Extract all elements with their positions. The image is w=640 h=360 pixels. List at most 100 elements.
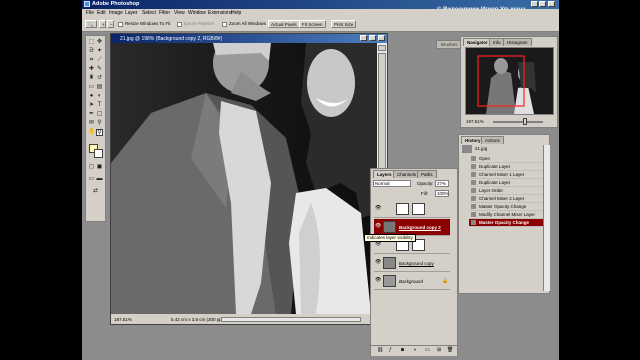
horizontal-scrollbar[interactable] bbox=[221, 317, 361, 322]
eye-icon[interactable]: 👁 bbox=[375, 242, 381, 247]
dodge-tool-icon[interactable]: ◐ bbox=[96, 93, 103, 100]
opacity-input[interactable]: 27% bbox=[435, 180, 449, 187]
snapshot-thumbnail[interactable] bbox=[462, 145, 472, 153]
menu-window[interactable]: Window bbox=[188, 10, 206, 16]
zoom-out-icon[interactable]: − bbox=[107, 20, 114, 28]
menu-view[interactable]: View bbox=[174, 10, 185, 16]
menu-file[interactable]: File bbox=[86, 10, 94, 16]
crop-tool-icon[interactable]: ⌗ bbox=[88, 57, 95, 64]
hand-tool-icon[interactable]: ✋ bbox=[88, 129, 95, 136]
clone-stamp-tool-icon[interactable]: ♜ bbox=[88, 75, 95, 82]
eye-icon[interactable]: 👁 bbox=[375, 278, 381, 283]
gradient-tool-icon[interactable]: ▤ bbox=[96, 84, 103, 91]
fill-input[interactable]: 100% bbox=[435, 190, 449, 197]
layer-row[interactable]: 👁 bbox=[374, 201, 450, 218]
eyedropper-tool-icon[interactable]: ⚲ bbox=[96, 120, 103, 127]
standard-mode-icon[interactable]: ◻ bbox=[88, 164, 95, 171]
zoom-level[interactable]: 197.51% bbox=[114, 317, 132, 322]
trash-icon[interactable]: 🗑 bbox=[447, 347, 453, 353]
tab-navigator[interactable]: Navigator bbox=[463, 38, 492, 46]
navigator-preview[interactable] bbox=[465, 47, 554, 115]
add-mask-icon[interactable]: ◙ bbox=[401, 347, 404, 353]
tab-histogram[interactable]: Histogram bbox=[503, 38, 532, 46]
tab-paths[interactable]: Paths bbox=[417, 170, 437, 178]
zoom-tool-icon[interactable]: ⚲ bbox=[96, 129, 103, 136]
history-item[interactable]: Layer Order bbox=[469, 187, 547, 195]
navigator-zoom-thumb[interactable] bbox=[523, 118, 527, 125]
lasso-tool-icon[interactable]: ᘐ bbox=[88, 48, 95, 55]
brush-tool-icon[interactable]: ✎ bbox=[96, 66, 103, 73]
history-item[interactable]: Master Opacity Change bbox=[469, 203, 547, 211]
menu-edit[interactable]: Edit bbox=[97, 10, 106, 16]
eye-icon[interactable]: 👁 bbox=[375, 224, 381, 229]
new-group-icon[interactable]: ▭ bbox=[425, 347, 430, 353]
eye-icon[interactable]: 👁 bbox=[375, 260, 381, 265]
eraser-tool-icon[interactable]: ▭ bbox=[88, 84, 95, 91]
healing-brush-tool-icon[interactable]: ✚ bbox=[88, 66, 95, 73]
menu-layer[interactable]: Layer bbox=[125, 10, 138, 16]
type-tool-icon[interactable]: T bbox=[96, 102, 103, 109]
move-tool-icon[interactable]: ✥ bbox=[96, 39, 103, 46]
eye-icon[interactable]: 👁 bbox=[375, 206, 381, 211]
history-brush-tool-icon[interactable]: ↺ bbox=[96, 75, 103, 82]
notes-tool-icon[interactable]: ✉ bbox=[88, 120, 95, 127]
menu-help[interactable]: Help bbox=[231, 10, 241, 16]
history-item[interactable]: Duplicate Layer bbox=[469, 179, 547, 187]
zoom-all-windows-checkbox[interactable] bbox=[222, 22, 227, 27]
layer-row[interactable]: 👁 Background copy bbox=[374, 255, 450, 272]
history-scrollbar[interactable] bbox=[543, 145, 550, 291]
fill-label: Fill: bbox=[421, 191, 428, 196]
history-item[interactable]: Channel Mixer 1 Layer bbox=[469, 171, 547, 179]
doc-close-icon[interactable]: × bbox=[378, 35, 385, 41]
shape-tool-icon[interactable]: ▢ bbox=[96, 111, 103, 118]
ignore-palettes-checkbox[interactable] bbox=[177, 22, 182, 27]
blend-mode-select[interactable]: Normal bbox=[373, 180, 411, 187]
menu-extensions[interactable]: Extensions bbox=[208, 10, 232, 16]
history-item[interactable]: Modify Channel Mixer Layer bbox=[469, 211, 547, 219]
menu-select[interactable]: Select bbox=[142, 10, 156, 16]
well-brushes[interactable]: Brushes bbox=[437, 42, 462, 47]
pen-tool-icon[interactable]: ✒ bbox=[88, 111, 95, 118]
image-canvas[interactable] bbox=[111, 43, 377, 314]
actual-pixels-button[interactable]: Actual Pixels bbox=[268, 20, 300, 28]
history-item[interactable]: Channel Mixer 2 Layer bbox=[469, 195, 547, 203]
scroll-up-arrow[interactable] bbox=[378, 45, 386, 51]
menu-image[interactable]: Image bbox=[109, 10, 123, 16]
minimize-icon[interactable]: _ bbox=[531, 1, 538, 7]
menu-filter[interactable]: Filter bbox=[159, 10, 170, 16]
resize-windows-checkbox[interactable] bbox=[118, 22, 123, 27]
navigator-zoom[interactable]: 197.51% bbox=[466, 119, 484, 124]
new-layer-icon[interactable]: ⊞ bbox=[437, 347, 441, 353]
link-icon[interactable]: ⛓ bbox=[377, 347, 383, 353]
adjustment-layer-icon[interactable]: ◑ bbox=[413, 347, 416, 353]
maximize-icon[interactable]: □ bbox=[539, 1, 546, 7]
layer-style-icon[interactable]: ƒ bbox=[389, 347, 392, 353]
screen-mode-2-icon[interactable]: ▬ bbox=[96, 176, 103, 183]
tab-channels[interactable]: Channels bbox=[393, 170, 421, 178]
print-size-button[interactable]: Print Size bbox=[331, 20, 357, 28]
background-color-swatch[interactable] bbox=[94, 149, 103, 158]
tab-actions[interactable]: Actions bbox=[481, 136, 504, 144]
snapshot-name[interactable]: 21.jpg bbox=[475, 146, 487, 151]
doc-maximize-icon[interactable]: □ bbox=[369, 35, 376, 41]
history-step-icon bbox=[471, 196, 476, 202]
layer-row[interactable]: 👁 Background 🔒 bbox=[374, 273, 450, 290]
blur-tool-icon[interactable]: ● bbox=[88, 93, 95, 100]
quick-mask-icon[interactable]: ◼ bbox=[96, 164, 103, 171]
path-selection-tool-icon[interactable]: ➤ bbox=[88, 102, 95, 109]
doc-minimize-icon[interactable]: _ bbox=[360, 35, 367, 41]
history-item[interactable]: Duplicate Layer bbox=[469, 163, 547, 171]
history-item[interactable]: Open bbox=[469, 155, 547, 163]
magic-wand-tool-icon[interactable]: ✦ bbox=[96, 48, 103, 55]
history-item-selected[interactable]: Master Opacity Change bbox=[469, 219, 547, 227]
slice-tool-icon[interactable]: ⟋ bbox=[96, 57, 103, 64]
close-icon[interactable]: × bbox=[548, 1, 555, 7]
marquee-tool-icon[interactable]: ⬚ bbox=[88, 39, 95, 46]
jump-to-imageready-icon[interactable]: ⇄ bbox=[92, 188, 99, 195]
document-titlebar[interactable]: 21.jpg @ 198% (Background copy 2, RGB/8#… bbox=[111, 34, 387, 43]
zoom-tool-icon[interactable]: 🔍 bbox=[85, 20, 97, 28]
screen-mode-1-icon[interactable]: ▭ bbox=[88, 176, 95, 183]
navigator-zoom-slider[interactable] bbox=[493, 121, 543, 123]
fit-screen-button[interactable]: Fit Screen bbox=[299, 20, 326, 28]
zoom-in-icon[interactable]: + bbox=[99, 20, 106, 28]
